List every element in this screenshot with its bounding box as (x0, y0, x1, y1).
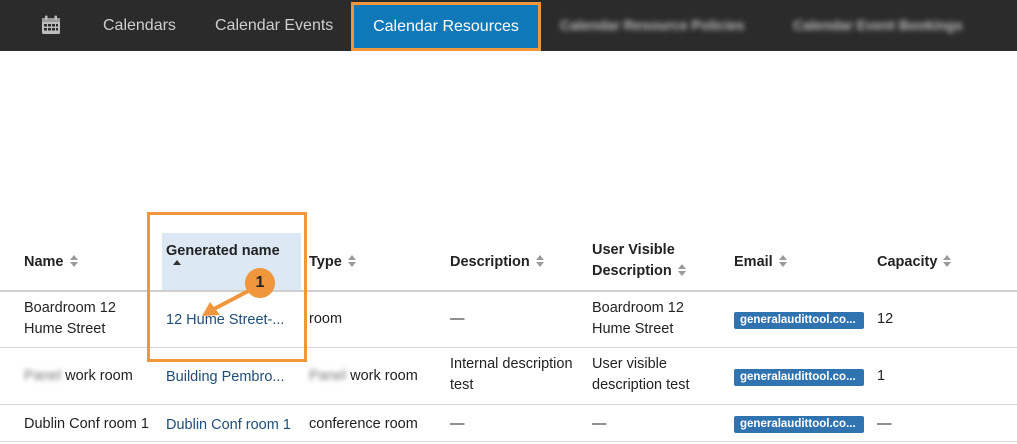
nav-tab-calendar-resources-label: Calendar Resources (373, 18, 519, 35)
row3-capacity: — (877, 416, 892, 432)
calendar-icon[interactable] (41, 15, 61, 35)
row3-description: — (450, 416, 465, 432)
row2-name-rest: work room (61, 368, 133, 384)
row3-type: conference room (309, 416, 418, 432)
column-header-generated-name[interactable]: Generated name (166, 241, 280, 262)
column-header-name[interactable]: Name (24, 252, 78, 273)
row1-capacity: 12 (877, 311, 894, 327)
sort-icon[interactable] (347, 255, 356, 267)
sort-icon[interactable] (778, 255, 787, 267)
row2-name-redacted: Panel (24, 368, 62, 384)
row2-type-rest: work room (346, 368, 418, 384)
column-header-type-label: Type (309, 254, 342, 270)
row1-email-badge[interactable]: generalaudittool.co... (734, 312, 864, 329)
row2-user-desc-line1: User visible (592, 356, 667, 372)
row1-description: — (450, 311, 465, 327)
table-cell-name: Boardroom 12 Hume Street (24, 298, 116, 340)
nav-tab-calendar-event-bookings[interactable]: Calendar Event Bookings (793, 0, 963, 51)
column-header-name-label: Name (24, 254, 64, 270)
row1-user-desc-line2: Hume Street (592, 321, 674, 337)
row3-generated-name-link[interactable]: Dublin Conf room 1 (166, 415, 298, 436)
table-cell-description: Internal description test (450, 354, 573, 396)
header-divider (0, 290, 1017, 292)
sort-icon[interactable] (943, 255, 952, 267)
nav-tab-calendar-events[interactable]: Calendar Events (215, 0, 333, 51)
row2-generated-name-link[interactable]: Building Pembro... (166, 367, 294, 388)
column-header-email-label: Email (734, 254, 773, 270)
row2-email-badge[interactable]: generalaudittool.co... (734, 369, 864, 386)
column-header-email[interactable]: Email (734, 252, 787, 273)
row1-name-line1: Boardroom 12 (24, 300, 116, 316)
sort-ascending-icon[interactable] (173, 260, 181, 265)
nav-tab-calendar-resource-policies[interactable]: Calendar Resource Policies (560, 0, 744, 51)
sort-icon[interactable] (69, 255, 78, 267)
row1-type: room (309, 311, 343, 327)
nav-tab-calendars[interactable]: Calendars (103, 0, 176, 51)
column-header-capacity-label: Capacity (877, 254, 938, 270)
annotation-step-badge: 1 (245, 268, 275, 298)
row-divider (0, 441, 1017, 442)
column-header-description-label: Description (450, 254, 530, 270)
column-header-user-visible-label-line2: Description (592, 263, 672, 279)
row3-user-description: — (592, 416, 607, 432)
row1-name-line2: Hume Street (24, 321, 106, 337)
column-header-user-visible-label-line1: User Visible (592, 242, 675, 258)
nav-tab-calendar-resources[interactable]: Calendar Resources (351, 2, 541, 51)
row2-capacity: 1 (877, 368, 886, 384)
column-header-type[interactable]: Type (309, 252, 356, 273)
row3-name: Dublin Conf room 1 (24, 416, 149, 432)
column-header-generated-name-label: Generated name (166, 243, 280, 259)
row2-user-desc-line2: description test (592, 377, 690, 393)
top-navigation-bar: Calendars Calendar Events Calendar Resou… (0, 0, 1017, 51)
row-divider (0, 404, 1017, 405)
row-divider (0, 347, 1017, 348)
column-header-description[interactable]: Description (450, 252, 544, 273)
row2-description-line1: Internal description (450, 356, 573, 372)
column-header-user-visible-description[interactable]: User Visible Description (592, 240, 686, 282)
row2-description-line2: test (450, 377, 474, 393)
table-cell-type: Panel work room (309, 366, 418, 387)
row2-type-redacted: Panel (309, 368, 347, 384)
row1-user-desc-line1: Boardroom 12 (592, 300, 684, 316)
sort-icon[interactable] (677, 264, 686, 276)
table-cell-user-description: Boardroom 12 Hume Street (592, 298, 684, 340)
table-cell-user-description: User visible description test (592, 354, 690, 396)
column-header-capacity[interactable]: Capacity (877, 252, 952, 273)
table-cell-name: Panel work room (24, 366, 133, 387)
row3-email-badge[interactable]: generalaudittool.co... (734, 416, 864, 433)
sort-icon[interactable] (535, 255, 544, 267)
